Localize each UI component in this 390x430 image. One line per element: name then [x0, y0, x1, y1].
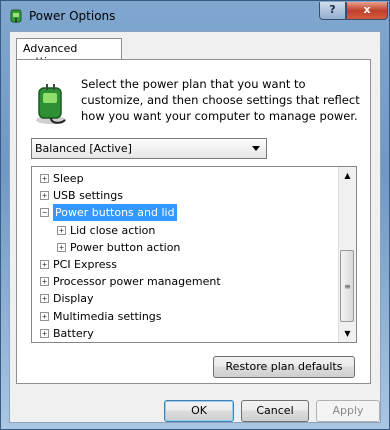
- help-button[interactable]: ?: [319, 2, 346, 20]
- restore-plan-defaults-button[interactable]: Restore plan defaults: [213, 356, 355, 378]
- expand-plus-icon[interactable]: +: [40, 294, 49, 304]
- close-button[interactable]: x: [346, 2, 388, 20]
- expand-plus-icon[interactable]: +: [40, 328, 49, 338]
- scroll-down-arrow-icon[interactable]: ▼: [339, 325, 356, 342]
- tree-item[interactable]: + Display: [32, 290, 332, 307]
- scroll-up-arrow-icon[interactable]: ▲: [339, 167, 356, 184]
- title-bar[interactable]: Power Options ? x: [1, 1, 389, 31]
- intro-text: Select the power plan that you want to c…: [81, 77, 360, 123]
- battery-plug-icon: [36, 84, 66, 124]
- expand-plus-icon[interactable]: +: [57, 225, 66, 235]
- tree-item-label: USB settings: [53, 189, 123, 203]
- expand-plus-icon[interactable]: +: [40, 311, 49, 321]
- scroll-grip-icon: ≡: [344, 282, 351, 291]
- settings-tree[interactable]: + Sleep + USB settings − Power buttons and li…: [31, 166, 357, 343]
- power-options-icon: [10, 9, 22, 23]
- tree-item[interactable]: − Power buttons and lid: [32, 204, 332, 222]
- tree-item-label: Lid close action: [70, 223, 156, 237]
- tree-scrollbar[interactable]: ▲ ≡ ▼: [338, 167, 356, 342]
- tree-item[interactable]: + Lid close action: [32, 222, 332, 239]
- power-plan-select[interactable]: Balanced [Active]: [31, 138, 267, 159]
- tree-item-label: Battery: [53, 326, 94, 340]
- tree-item-label: Display: [53, 292, 94, 306]
- tree-item-label: Power buttons and lid: [53, 204, 177, 222]
- power-plan-select-value: Balanced [Active]: [35, 142, 132, 155]
- tree-item[interactable]: + USB settings: [32, 187, 332, 204]
- tree-item[interactable]: + Power button action: [32, 239, 332, 256]
- advanced-settings-panel: Select the power plan that you want to c…: [16, 59, 371, 384]
- dialog-client: Advanced settings Select the power plan …: [9, 31, 381, 423]
- expand-plus-icon[interactable]: +: [57, 242, 66, 252]
- tab-advanced-settings[interactable]: Advanced settings: [16, 38, 122, 68]
- expand-plus-icon[interactable]: +: [40, 191, 49, 201]
- expand-plus-icon[interactable]: +: [40, 260, 49, 269]
- power-options-window: Power Options ? x Advanced settings Sele…: [0, 0, 390, 430]
- scroll-thumb[interactable]: ≡: [340, 250, 354, 322]
- tree-item-label: Sleep: [53, 172, 84, 185]
- expand-plus-icon[interactable]: +: [40, 277, 49, 287]
- tree-item-label: Processor power management: [53, 275, 221, 289]
- expand-plus-icon[interactable]: +: [40, 174, 49, 183]
- window-title: Power Options: [29, 9, 116, 23]
- ok-button[interactable]: OK: [164, 400, 234, 422]
- collapse-minus-icon[interactable]: −: [40, 208, 49, 218]
- apply-button[interactable]: Apply: [316, 400, 380, 422]
- tree-item-label: Power button action: [70, 240, 181, 254]
- cancel-button[interactable]: Cancel: [241, 400, 309, 422]
- tree-item[interactable]: + Battery: [32, 325, 332, 342]
- tree-item-label: PCI Express: [53, 258, 118, 271]
- tree-item[interactable]: + Processor power management: [32, 273, 332, 290]
- tree-item[interactable]: + PCI Express: [32, 256, 332, 273]
- tree-item-label: Multimedia settings: [53, 309, 162, 323]
- tree-item[interactable]: + Multimedia settings: [32, 308, 332, 325]
- chevron-down-icon[interactable]: [252, 146, 260, 151]
- tree-item[interactable]: + Sleep: [32, 170, 332, 187]
